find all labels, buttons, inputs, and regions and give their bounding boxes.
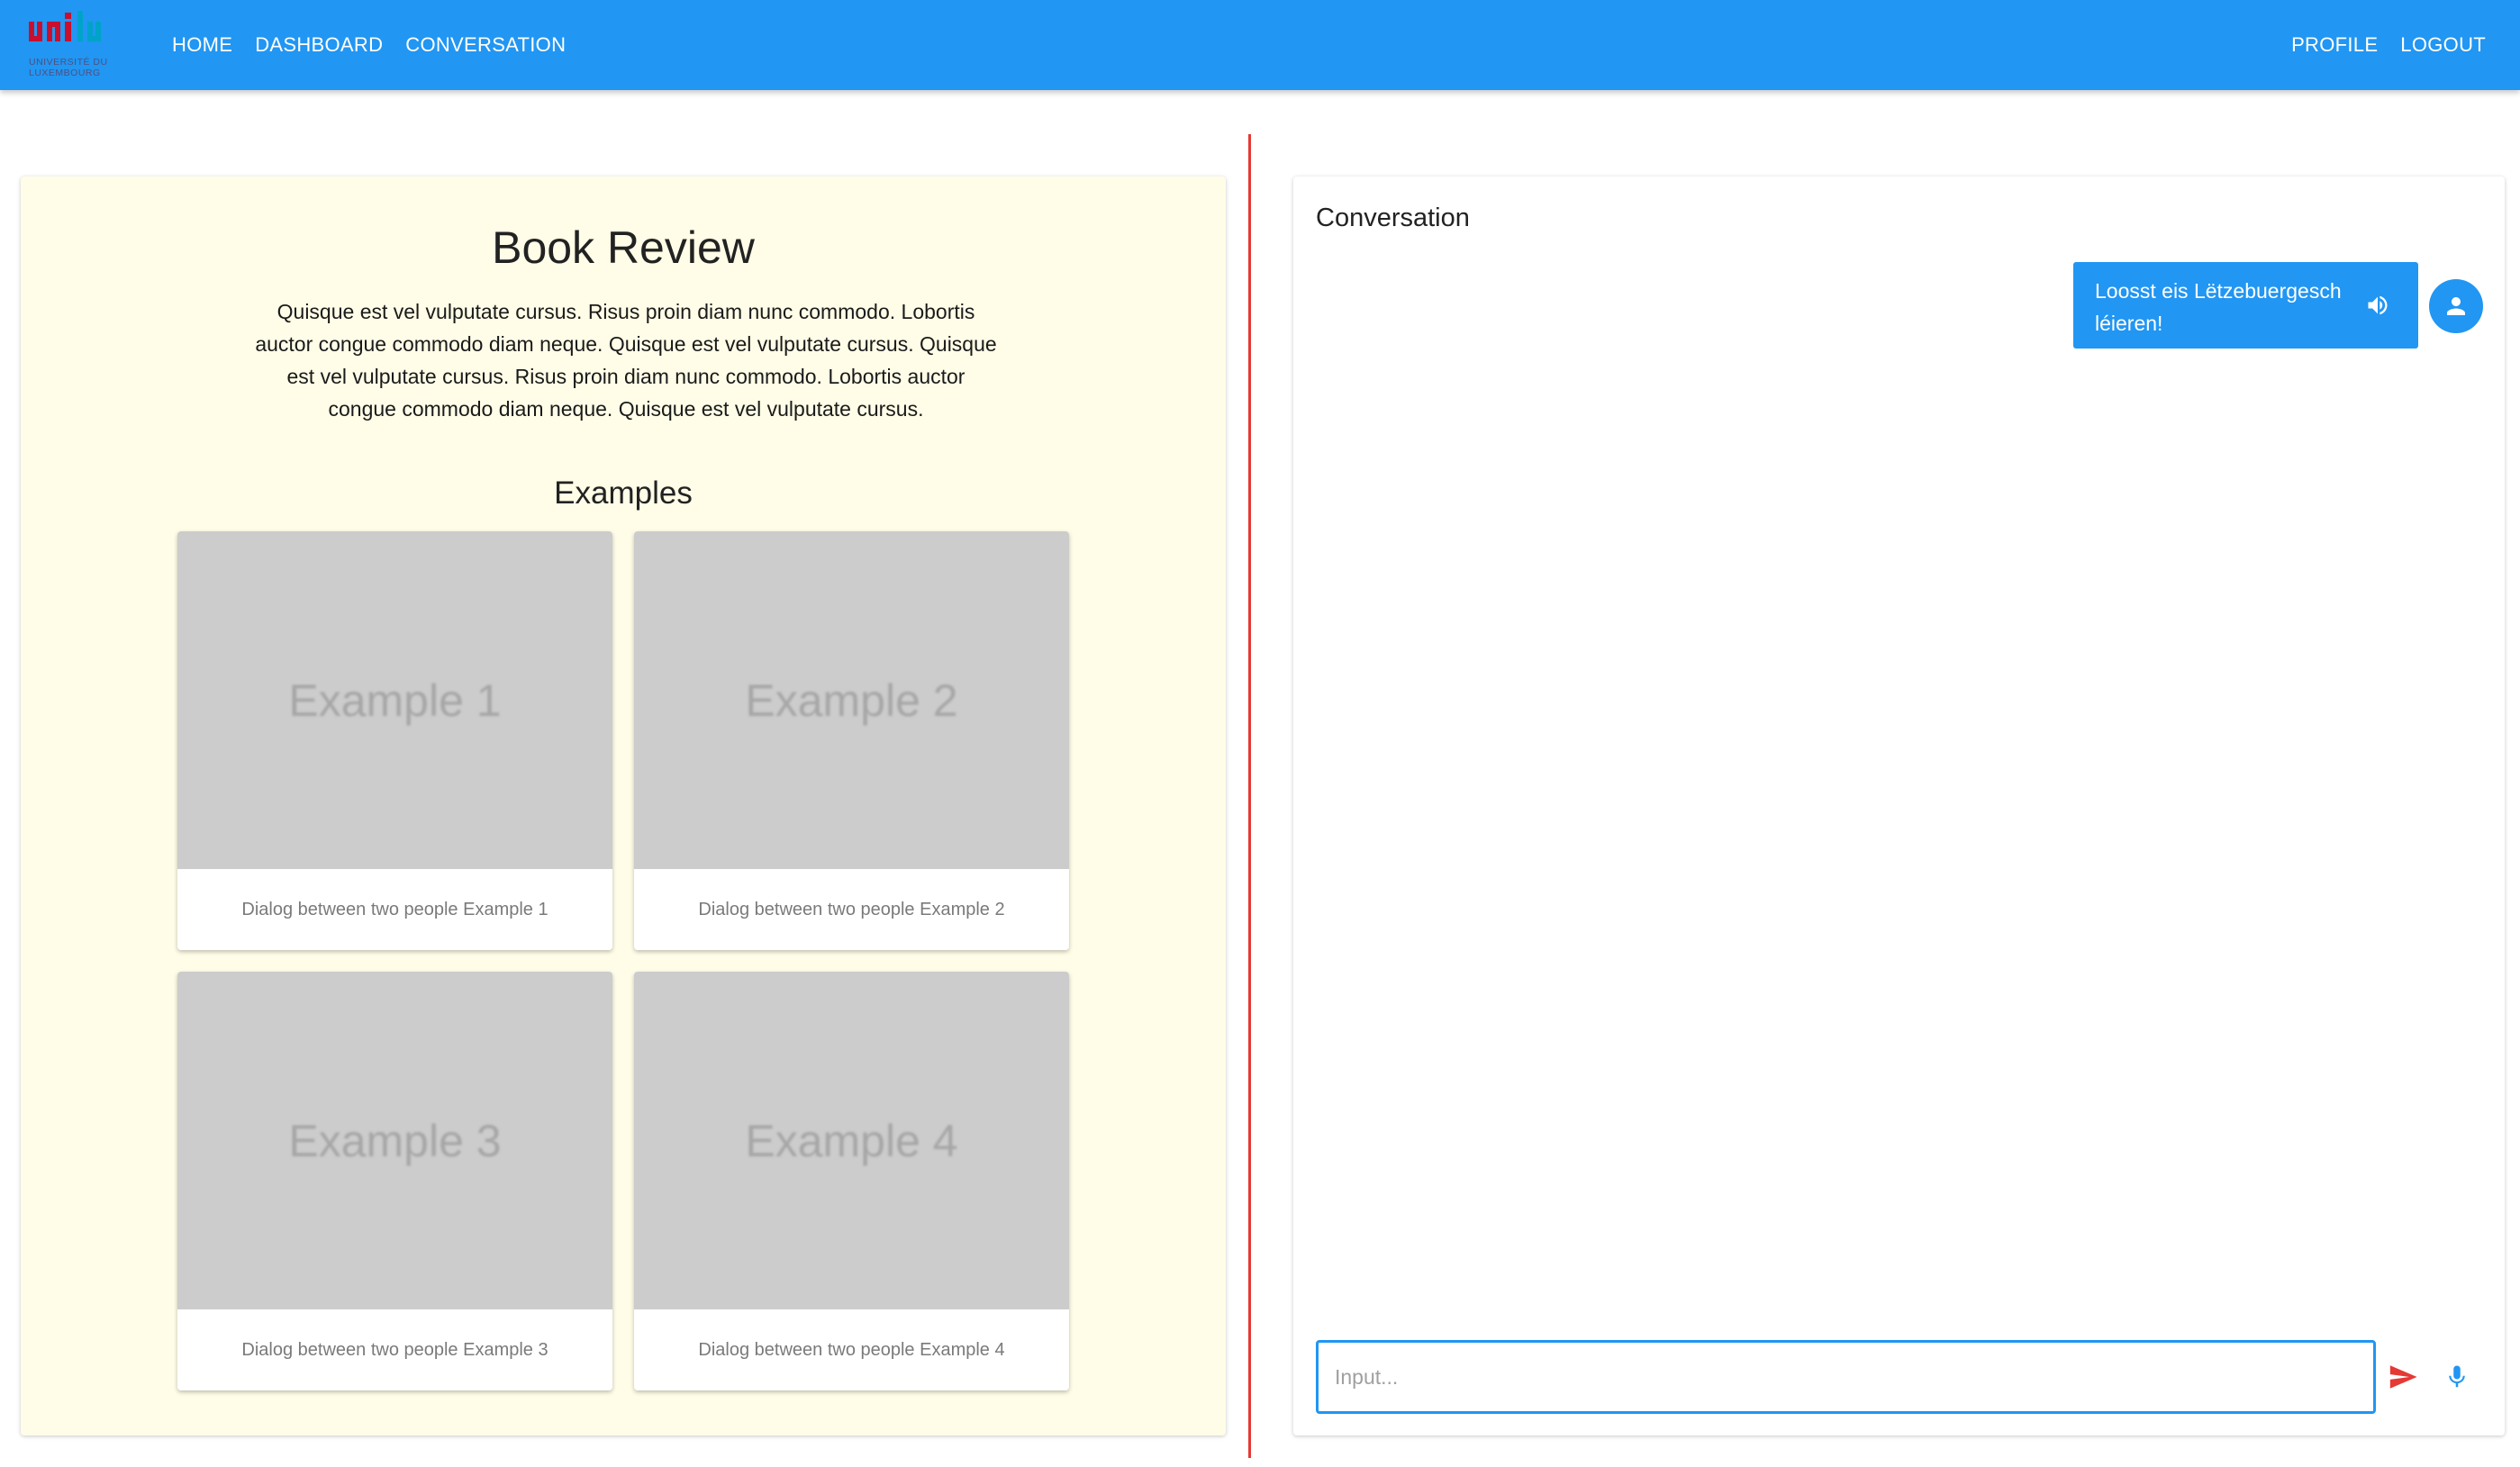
example-card-2[interactable]: Example 2 Dialog between two people Exam… bbox=[634, 531, 1069, 950]
nav-profile[interactable]: PROFILE bbox=[2291, 33, 2378, 57]
example-image-3: Example 3 bbox=[177, 972, 612, 1309]
account-nav: PROFILE LOGOUT bbox=[2269, 0, 2486, 90]
university-logo[interactable]: UNIVERSITÉ DU LUXEMBOURG bbox=[27, 9, 128, 81]
review-description: Quisque est vel vulputate cursus. Risus … bbox=[255, 300, 997, 421]
book-review-panel: Book Review Quisque est vel vulputate cu… bbox=[21, 177, 1226, 1435]
example-caption: Dialog between two people Example 3 bbox=[241, 1339, 548, 1360]
example-caption: Dialog between two people Example 4 bbox=[698, 1339, 1005, 1360]
example-caption: Dialog between two people Example 2 bbox=[698, 899, 1005, 919]
example-image-label: Example 3 bbox=[288, 1115, 502, 1166]
example-caption: Dialog between two people Example 1 bbox=[241, 899, 548, 919]
example-image-4: Example 4 bbox=[634, 972, 1069, 1309]
conversation-panel: Conversation Loosst eis Lëtzebuergesch l… bbox=[1293, 177, 2505, 1435]
uni-lu-logo-mark bbox=[29, 11, 101, 41]
volume-icon[interactable] bbox=[2364, 293, 2391, 318]
example-card-1[interactable]: Example 1 Dialog between two people Exam… bbox=[177, 531, 612, 950]
main-nav: HOME DASHBOARD CONVERSATION bbox=[172, 0, 588, 90]
nav-conversation[interactable]: CONVERSATION bbox=[405, 33, 566, 57]
chat-message-text: Loosst eis Lëtzebuergesch léieren! bbox=[2095, 279, 2342, 335]
example-image-label: Example 1 bbox=[288, 675, 502, 726]
chat-input[interactable] bbox=[1316, 1340, 2376, 1414]
person-icon bbox=[2447, 297, 2465, 315]
microphone-icon[interactable] bbox=[2443, 1359, 2470, 1395]
examples-heading: Examples bbox=[554, 475, 693, 511]
conversation-title: Conversation bbox=[1316, 204, 1470, 232]
example-image-label: Example 2 bbox=[745, 675, 958, 726]
nav-logout[interactable]: LOGOUT bbox=[2400, 33, 2486, 57]
nav-home[interactable]: HOME bbox=[172, 33, 232, 57]
logo-caption: UNIVERSITÉ DU LUXEMBOURG bbox=[29, 57, 108, 78]
nav-dashboard[interactable]: DASHBOARD bbox=[255, 33, 383, 57]
send-icon[interactable] bbox=[2386, 1362, 2420, 1392]
top-app-bar: UNIVERSITÉ DU LUXEMBOURG HOME DASHBOARD … bbox=[0, 0, 2520, 90]
example-card-4[interactable]: Example 4 Dialog between two people Exam… bbox=[634, 972, 1069, 1390]
example-card-3[interactable]: Example 3 Dialog between two people Exam… bbox=[177, 972, 612, 1390]
panel-divider bbox=[1248, 134, 1251, 1458]
chat-message: Loosst eis Lëtzebuergesch léieren! bbox=[2073, 262, 2418, 349]
example-image-2: Example 2 bbox=[634, 531, 1069, 869]
user-avatar bbox=[2429, 279, 2483, 333]
example-image-1: Example 1 bbox=[177, 531, 612, 869]
page-title: Book Review bbox=[492, 222, 755, 273]
example-image-label: Example 4 bbox=[745, 1115, 958, 1166]
